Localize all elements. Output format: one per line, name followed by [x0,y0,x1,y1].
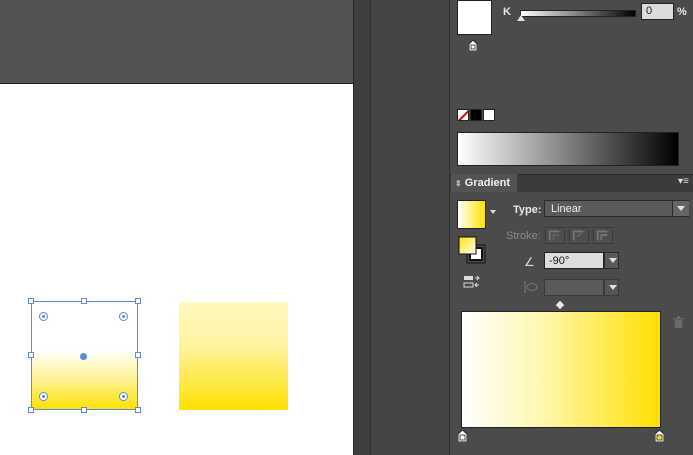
k-slider-thumb[interactable] [517,15,525,21]
stroke-along-icon [572,230,584,241]
trash-icon[interactable] [673,316,684,328]
corner-radius-widget-top-right[interactable] [119,312,128,321]
out-of-gamut-stop-icon[interactable] [469,40,477,51]
corner-radius-widget-bottom-right[interactable] [119,392,128,401]
center-point[interactable] [80,353,87,360]
k-channel-label: K [503,6,511,18]
stroke-across-icon [596,230,608,241]
handle-bottom-center[interactable] [81,407,87,413]
aspect-ratio-input [544,279,604,296]
collapse-arrows-icon: ⇕ [455,179,462,188]
type-dropdown-arrow-icon[interactable] [672,201,689,216]
none-swatch-icon[interactable] [457,109,469,121]
fill-stroke-icon[interactable] [458,236,486,264]
gradient-stop-end[interactable] [655,430,664,442]
gradient-slider[interactable] [461,311,661,428]
black-swatch[interactable] [470,109,482,121]
aspect-ratio-dropdown-arrow-icon [604,279,619,296]
panel-menu-icon[interactable]: ▾≡ [678,176,689,187]
stroke-across-button [593,227,613,244]
gradient-preview-swatch[interactable] [457,200,486,229]
handle-top-left[interactable] [28,298,34,304]
type-label: Type: [513,204,542,216]
aspect-ratio-icon [524,281,538,293]
handle-middle-right[interactable] [135,352,141,358]
gradient-stop-start[interactable] [458,430,467,442]
stroke-within-icon [548,230,560,241]
stroke-within-button [545,227,565,244]
handle-middle-left[interactable] [28,352,34,358]
k-unit-label: % [677,6,687,18]
angle-dropdown-arrow-icon[interactable] [604,252,619,269]
corner-radius-widget-bottom-left[interactable] [39,392,48,401]
stroke-label: Stroke: [506,230,541,242]
stroke-along-button [569,227,589,244]
chevron-down-icon[interactable] [490,210,496,214]
tab-gradient-label: Gradient [464,177,510,189]
corner-radius-widget-top-left[interactable] [39,312,48,321]
k-value-input[interactable]: 0 [641,3,674,20]
tab-gradient[interactable]: ⇕ Gradient [451,174,517,192]
handle-top-center[interactable] [81,298,87,304]
panel-divider [353,0,371,455]
angle-input[interactable]: -90° [544,252,604,269]
gradient-rectangle[interactable] [179,302,288,410]
fill-color-swatch[interactable] [457,0,492,35]
angle-icon: ∠ [524,255,535,269]
handle-top-right[interactable] [135,298,141,304]
color-spectrum-bar[interactable] [457,132,679,166]
handle-bottom-left[interactable] [28,407,34,413]
handle-bottom-right[interactable] [135,407,141,413]
reverse-gradient-icon[interactable] [463,275,481,289]
white-swatch[interactable] [483,109,495,121]
gradient-type-select[interactable]: Linear [544,200,689,217]
collapsed-panel-dock [370,0,450,455]
k-channel-slider[interactable] [520,10,636,17]
